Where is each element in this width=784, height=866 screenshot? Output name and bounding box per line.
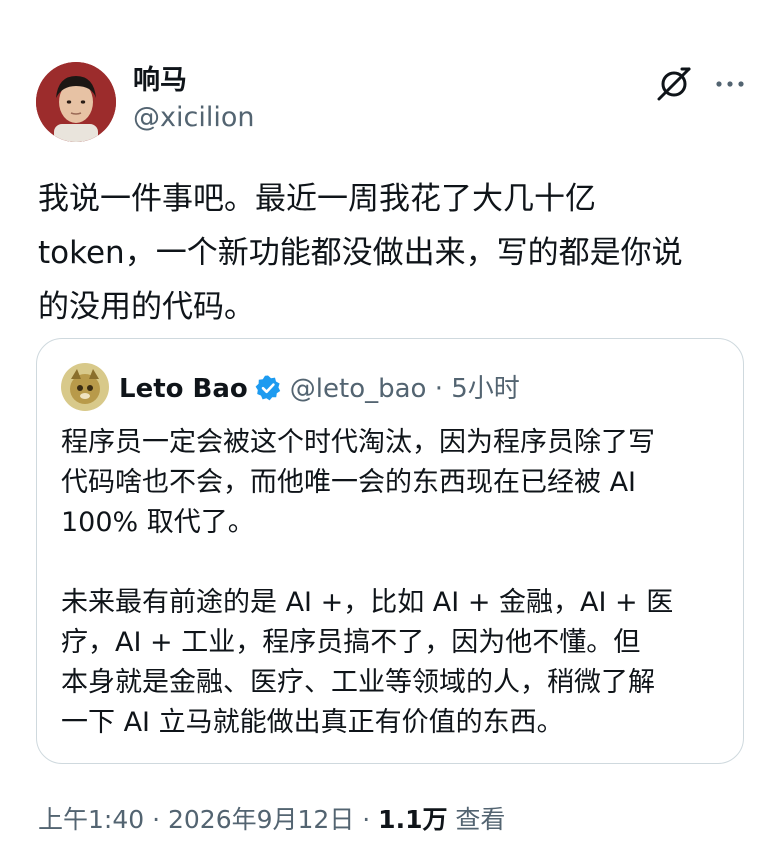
tweet-time[interactable]: 上午1:40	[38, 805, 144, 834]
author-display-name[interactable]: 响马	[133, 64, 254, 98]
tweet-metadata: 上午1:40 · 2026年9月12日 · 1.1万 查看	[38, 800, 505, 840]
quoted-tweet-card[interactable]: Leto Bao @leto_bao · 5小时 程序员一定会被这个时代淘汰，因为…	[36, 338, 744, 764]
tweet-header: 响马 @xicilion	[36, 62, 756, 142]
author-avatar[interactable]	[36, 62, 116, 142]
quote-timestamp: 5小时	[451, 374, 520, 404]
quote-avatar-image	[61, 363, 109, 411]
author-avatar-image	[36, 62, 116, 142]
author-handle[interactable]: @xicilion	[133, 98, 254, 138]
meta-separator: ·	[144, 805, 168, 834]
author-info[interactable]: 响马 @xicilion	[133, 64, 254, 138]
quote-author-display-name: Leto Bao	[119, 374, 248, 404]
tweet-detail-page: 响马 @xicilion 我说一件事吧。最近一周我花了大几十亿 token，一个…	[0, 0, 784, 866]
tweet-text: 我说一件事吧。最近一周我花了大几十亿 token，一个新功能都没做出来，写的都是…	[38, 181, 683, 325]
tweet-date[interactable]: 2026年9月12日	[168, 805, 354, 834]
quoted-tweet-text: 程序员一定会被这个时代淘汰，因为程序员除了写 代码啥也不会，而他唯一会的东西现在…	[61, 427, 674, 738]
more-options-icon[interactable]	[712, 64, 748, 104]
quote-separator: ·	[434, 374, 443, 404]
verified-badge-icon	[254, 372, 282, 401]
views-count[interactable]: 1.1万	[378, 805, 447, 834]
quote-author-line: Leto Bao @leto_bao · 5小时	[119, 367, 520, 411]
views-label: 查看	[447, 805, 506, 834]
meta-separator: ·	[354, 805, 379, 834]
grok-icon[interactable]	[654, 64, 694, 104]
quote-author-handle: @leto_bao	[289, 374, 427, 404]
quote-author-avatar	[61, 363, 109, 411]
